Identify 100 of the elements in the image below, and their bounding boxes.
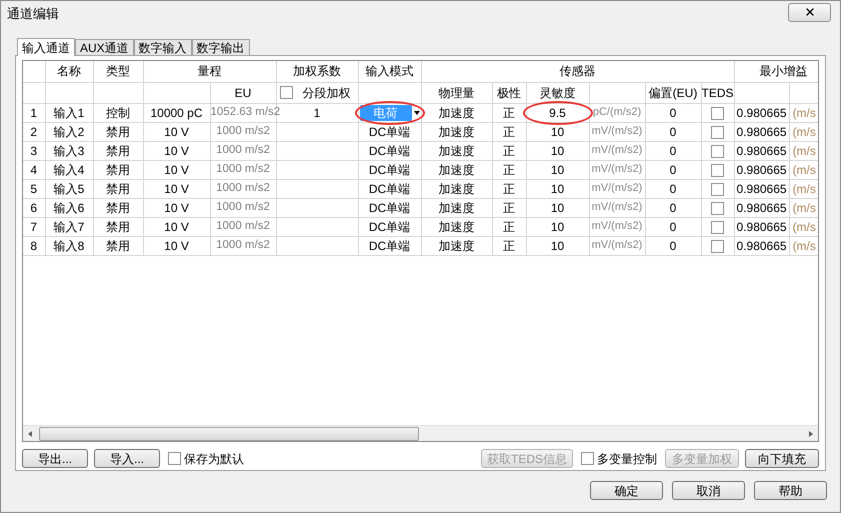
- table-cell: pC/(m/s2): [592, 106, 642, 118]
- table-cell: DC单端: [368, 182, 410, 196]
- table-cell: mV/(m/s2): [592, 144, 642, 156]
- table-cell: 正: [503, 238, 515, 252]
- column-header: 量程: [198, 64, 222, 78]
- table-cell: 正: [503, 200, 515, 214]
- row-number: 4: [30, 162, 38, 176]
- table-cell: 1000 m/s2: [216, 162, 270, 175]
- table-cell: mV/(m/s2): [592, 201, 642, 214]
- column-header: 类型: [106, 64, 130, 78]
- column-header: 物理量: [438, 86, 474, 100]
- checkbox[interactable]: [711, 106, 724, 120]
- tab[interactable]: 数字输入: [134, 39, 192, 55]
- table-cell: 正: [503, 144, 515, 158]
- table-cell: 加速度: [438, 124, 474, 138]
- table-cell: mV/(m/s2): [592, 125, 642, 138]
- table-cell: mV/(m/s2): [592, 239, 642, 252]
- table-cell: mV/(m/s2): [592, 220, 642, 232]
- table-cell: 禁用: [106, 200, 130, 214]
- table-cell: 10: [550, 144, 564, 158]
- tab[interactable]: 输入通道: [17, 38, 75, 56]
- dialog-button[interactable]: 导出...: [22, 449, 88, 468]
- scrollbar-thumb[interactable]: [39, 426, 419, 440]
- table-cell: 正: [503, 182, 515, 196]
- dialog-button[interactable]: 导入...: [94, 449, 160, 468]
- table-cell: 输入3: [54, 144, 84, 158]
- table-cell: 10: [550, 124, 564, 138]
- checkbox[interactable]: [711, 240, 724, 253]
- row-number: 5: [30, 182, 38, 196]
- column-header: 极性: [497, 86, 521, 100]
- tab[interactable]: 数字输出: [192, 39, 250, 55]
- table-cell: DC单端: [368, 162, 410, 176]
- dialog-button[interactable]: 向下填充: [745, 449, 819, 468]
- table-cell: DC单端: [368, 124, 410, 138]
- checkbox[interactable]: [280, 86, 292, 99]
- table-cell: 0.980665: [736, 106, 787, 120]
- table-cell: 禁用: [106, 220, 130, 234]
- row-number: 1: [30, 106, 38, 120]
- table-cell: 0.980665: [736, 124, 787, 138]
- column-header: 输入模式: [366, 64, 414, 78]
- table-cell: 0: [670, 220, 676, 234]
- table-cell: 正: [503, 124, 515, 138]
- table-cell: 禁用: [106, 162, 130, 176]
- checkbox[interactable]: [711, 144, 724, 158]
- table-cell: 10: [550, 162, 564, 176]
- table-cell: (m/s: [792, 124, 816, 138]
- row-number: 3: [30, 144, 38, 158]
- table-cell: 10 V: [164, 144, 189, 158]
- table-cell: 正: [503, 220, 515, 234]
- table-cell: 0: [670, 200, 676, 214]
- table-cell: DC单端: [368, 238, 410, 252]
- checkbox[interactable]: [711, 164, 724, 177]
- table-cell: 1000 m/s2: [216, 238, 270, 251]
- table-cell: 输入1: [54, 106, 84, 120]
- dialog-button[interactable]: 取消: [672, 481, 745, 500]
- table-cell: (m/s: [792, 162, 816, 176]
- table-cell: 1: [314, 106, 320, 120]
- row-number: 7: [30, 220, 38, 234]
- table-cell: 0.980665: [736, 220, 787, 234]
- checkbox[interactable]: [168, 452, 181, 465]
- table-cell: 10 V: [164, 124, 189, 138]
- horizontal-scrollbar[interactable]: [23, 425, 818, 441]
- table-cell: DC单端: [368, 200, 410, 214]
- table-cell: mV/(m/s2): [592, 182, 642, 194]
- dialog-button[interactable]: 帮助: [754, 481, 827, 500]
- row-number: 6: [30, 200, 38, 214]
- column-header: TEDS: [702, 86, 734, 100]
- column-header: 名称: [57, 64, 81, 78]
- checkbox[interactable]: [581, 452, 594, 465]
- table-cell: (m/s: [792, 144, 816, 158]
- close-button[interactable]: [788, 2, 831, 22]
- table-cell: 加速度: [438, 106, 474, 120]
- checkbox[interactable]: [711, 220, 724, 234]
- table-cell: 0.980665: [736, 162, 787, 176]
- checkbox[interactable]: [711, 182, 724, 196]
- table-cell: 10 V: [164, 162, 189, 176]
- table-cell: 控制: [106, 106, 130, 120]
- table-cell: 9.5: [549, 106, 566, 120]
- checkbox[interactable]: [711, 126, 724, 139]
- table-cell: 0.980665: [736, 200, 787, 214]
- table-cell: DC单端: [368, 220, 410, 234]
- dialog-button[interactable]: 确定: [590, 481, 663, 500]
- column-header: 分段加权: [302, 84, 350, 102]
- table-cell: mV/(m/s2): [592, 163, 642, 176]
- table-cell: 0: [670, 106, 676, 120]
- table-cell: 加速度: [438, 200, 474, 214]
- table-cell: 禁用: [106, 144, 130, 158]
- checkbox-label: 多变量控制: [597, 450, 657, 468]
- dropdown-arrow-icon[interactable]: [414, 110, 420, 114]
- table-cell: 0: [670, 144, 676, 158]
- table-cell: 加速度: [438, 238, 474, 252]
- table-cell: 1052.63 m/s2: [210, 106, 280, 118]
- table-cell: 加速度: [438, 162, 474, 176]
- table-cell: 10: [550, 182, 564, 196]
- table-cell: (m/s: [792, 106, 816, 120]
- table-cell: 正: [503, 106, 515, 120]
- checkbox[interactable]: [711, 202, 724, 215]
- table-cell: 0: [670, 238, 676, 252]
- tab[interactable]: AUX通道: [75, 39, 134, 55]
- column-header: 传感器: [560, 64, 596, 78]
